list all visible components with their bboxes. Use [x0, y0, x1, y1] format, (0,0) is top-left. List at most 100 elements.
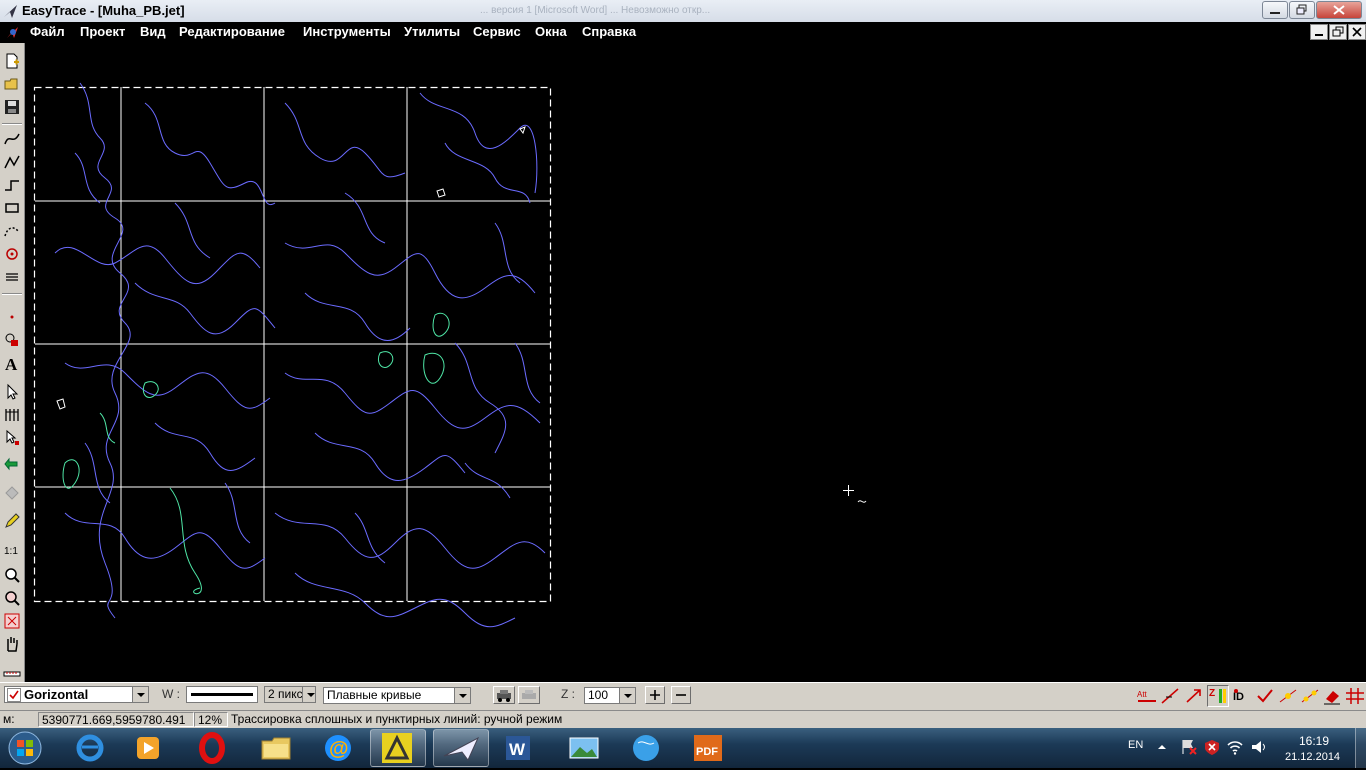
taskbar-explorer[interactable]	[248, 729, 304, 767]
volume-icon[interactable]	[1250, 738, 1268, 756]
taskbar-mail[interactable]: @	[310, 729, 366, 767]
draw-options-button[interactable]	[493, 686, 515, 704]
tray-expand-icon[interactable]	[1157, 742, 1167, 752]
minimize-button[interactable]	[1262, 1, 1288, 19]
hatch-icon	[6, 273, 18, 281]
taskbar-pdf[interactable]: PDF	[680, 729, 736, 767]
node-button[interactable]	[1278, 687, 1298, 705]
dotted-curve-tool[interactable]	[3, 222, 21, 240]
mdi-restore-button[interactable]	[1329, 24, 1347, 40]
show-desktop-button[interactable]	[1355, 728, 1366, 768]
pointer-tool[interactable]	[3, 383, 21, 401]
zoom-extents-button[interactable]	[3, 612, 21, 630]
menu-service[interactable]: Сервис	[473, 24, 521, 39]
taskbar-easytrace-b[interactable]	[433, 729, 489, 767]
smooth-curve-tool[interactable]	[3, 130, 21, 148]
taskbar-photo-viewer[interactable]	[556, 729, 612, 767]
taskbar-media-player[interactable]	[120, 729, 176, 767]
restore-button[interactable]	[1289, 1, 1315, 19]
vertex-button[interactable]	[1300, 687, 1320, 705]
wifi-signal-icon[interactable]	[1226, 738, 1244, 756]
opera-icon	[199, 732, 225, 764]
zoom-button[interactable]	[3, 566, 21, 584]
small-point-tool[interactable]	[3, 308, 21, 326]
fill-tool[interactable]	[3, 483, 21, 501]
hatch-tool[interactable]	[3, 268, 21, 286]
zoom-window-button[interactable]	[3, 589, 21, 607]
map-canvas[interactable]	[25, 43, 1366, 682]
menu-help[interactable]: Справка	[582, 24, 636, 39]
easytrace-triangle-icon	[382, 733, 412, 763]
eraser-icon	[1324, 691, 1340, 705]
line-style-preview[interactable]	[186, 686, 258, 703]
line-check-button[interactable]	[1160, 687, 1180, 705]
taskbar-globe-app[interactable]	[618, 729, 674, 767]
pointer-icon	[7, 383, 19, 400]
menu-view[interactable]: Вид	[140, 24, 166, 39]
shape-select-icon	[5, 333, 18, 346]
width-select[interactable]: 2 пикс	[264, 686, 316, 703]
eraser-button[interactable]	[1322, 687, 1342, 705]
check-button[interactable]	[1255, 687, 1275, 705]
taskbar-opera[interactable]	[184, 729, 240, 767]
taskbar-ie[interactable]	[62, 729, 118, 767]
menu-tools[interactable]: Инструменты	[303, 24, 391, 39]
checkbox-check-icon	[7, 688, 21, 702]
clock-time[interactable]: 16:19	[1299, 734, 1329, 748]
multi-select-tool[interactable]	[3, 406, 21, 424]
curve-mode-value: Плавные кривые	[327, 688, 422, 702]
menu-edit[interactable]: Редактирование	[179, 24, 285, 39]
attribute-icon: Att	[1137, 690, 1156, 702]
menu-windows[interactable]: Окна	[535, 24, 567, 39]
step-line-tool[interactable]	[3, 176, 21, 194]
taskbar-easytrace-a[interactable]	[370, 729, 426, 767]
text-tool[interactable]: A	[3, 354, 21, 372]
svg-text:ID: ID	[1233, 691, 1244, 703]
rectangle-tool[interactable]	[3, 199, 21, 217]
open-button[interactable]	[3, 75, 21, 93]
cursor-coordinates: 5390771.669,5959780.491	[38, 712, 194, 727]
security-alert-icon[interactable]	[1203, 738, 1221, 756]
language-indicator[interactable]: EN	[1128, 739, 1143, 751]
mdi-close-button[interactable]	[1348, 24, 1366, 40]
grid-button[interactable]	[1345, 687, 1365, 705]
pan-button[interactable]	[3, 635, 21, 653]
zoom-in-button[interactable]	[645, 686, 665, 704]
action-center-icon[interactable]	[1180, 738, 1198, 756]
attribute-button[interactable]: Att	[1137, 687, 1157, 705]
point-tool[interactable]	[3, 245, 21, 263]
start-button[interactable]	[3, 729, 47, 767]
menu-project[interactable]: Проект	[80, 24, 125, 39]
toolbar-separator	[2, 123, 22, 125]
arrow-up-right-icon	[1186, 689, 1201, 703]
taskbar-word[interactable]: W	[492, 729, 548, 767]
node-select-tool[interactable]	[3, 429, 21, 447]
clock-date[interactable]: 21.12.2014	[1285, 751, 1340, 763]
draw-options-alt-button[interactable]	[518, 686, 540, 704]
polyline-tool[interactable]	[3, 153, 21, 171]
folder-icon	[261, 737, 291, 760]
menu-utilities[interactable]: Утилиты	[404, 24, 460, 39]
menu-file[interactable]: Файл	[30, 24, 65, 39]
save-icon	[5, 100, 19, 114]
zoom-out-button[interactable]	[671, 686, 691, 704]
mdi-minimize-button[interactable]	[1310, 24, 1328, 40]
one-to-one-zoom-button[interactable]: 1:1	[3, 541, 21, 559]
z-value-button[interactable]: Z	[1207, 685, 1229, 707]
dotted-curve-icon	[4, 227, 20, 237]
layer-select[interactable]: Gorizontal	[4, 686, 149, 703]
direction-button[interactable]	[1184, 687, 1204, 705]
close-button[interactable]	[1316, 1, 1362, 19]
scale-ruler-button[interactable]	[3, 663, 21, 681]
curve-mode-select[interactable]: Плавные кривые	[323, 687, 471, 704]
pencil-tool[interactable]	[3, 512, 21, 530]
save-button[interactable]	[3, 98, 21, 116]
id-button[interactable]: ID	[1232, 687, 1252, 705]
node-select-icon	[6, 429, 19, 445]
shape-select-tool[interactable]	[3, 331, 21, 349]
undo-trace-tool[interactable]	[3, 457, 21, 475]
new-file-button[interactable]	[3, 52, 21, 70]
document-icon	[7, 27, 18, 38]
zoom-select[interactable]: 100	[584, 687, 636, 704]
contour-map	[33, 82, 867, 628]
